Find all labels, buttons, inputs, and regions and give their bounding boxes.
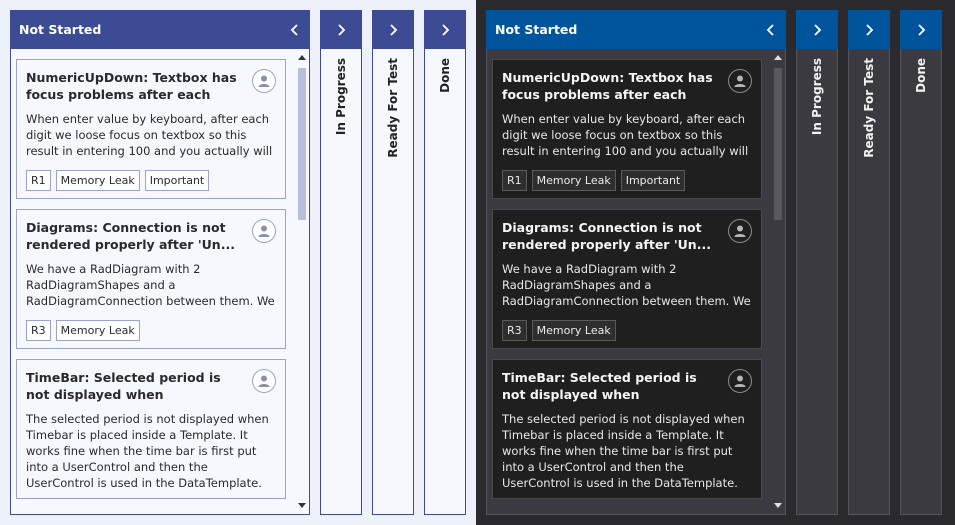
- card-tags: R1 Memory Leak Important: [502, 170, 752, 191]
- card-tags: R1 Memory Leak Important: [26, 170, 276, 191]
- user-avatar-icon[interactable]: [252, 219, 276, 243]
- chevron-right-icon[interactable]: [854, 10, 884, 49]
- tag[interactable]: R3: [502, 320, 527, 341]
- column-header: [796, 10, 838, 49]
- scroll-up-arrow-icon[interactable]: [298, 54, 306, 62]
- column-title: Done: [914, 58, 928, 93]
- column-title: Done: [438, 58, 452, 93]
- column-ready-for-test: Ready For Test: [372, 10, 414, 515]
- task-card[interactable]: NumericUpDown: Textbox has focus problem…: [16, 59, 286, 199]
- chevron-right-icon[interactable]: [906, 10, 936, 49]
- column-ready-for-test: Ready For Test: [848, 10, 890, 515]
- scroll-down-arrow-icon[interactable]: [298, 501, 306, 509]
- kanban-root: Not Started NumericUpDown: Textbox has f…: [0, 0, 955, 525]
- card-title: Diagrams: Connection is not rendered pro…: [502, 220, 711, 252]
- column-header: Not Started: [486, 10, 786, 49]
- card-description: We have a RadDiagram with 2 RadDiagramSh…: [502, 262, 751, 308]
- card-title: TimeBar: Selected period is not displaye…: [502, 370, 697, 402]
- card-description: The selected period is not displayed whe…: [26, 412, 269, 490]
- column-header: [320, 10, 362, 49]
- chevron-right-icon[interactable]: [430, 10, 460, 49]
- chevron-right-icon[interactable]: [378, 10, 408, 49]
- column-header: Not Started: [10, 10, 310, 49]
- light-theme-board: Not Started NumericUpDown: Textbox has f…: [0, 0, 476, 525]
- column-body: [424, 49, 466, 515]
- card-description: The selected period is not displayed whe…: [502, 412, 745, 490]
- scrollbar-thumb[interactable]: [298, 68, 306, 220]
- tag[interactable]: Memory Leak: [531, 170, 616, 191]
- dark-theme-board: Not Started NumericUpDown: Textbox has f…: [476, 0, 955, 525]
- scroll-down-arrow-icon[interactable]: [774, 501, 782, 509]
- card-description: When enter value by keyboard, after each…: [26, 112, 273, 158]
- tag[interactable]: Memory Leak: [55, 320, 140, 341]
- scrollbar-thumb[interactable]: [774, 68, 782, 220]
- card-title: NumericUpDown: Textbox has focus problem…: [502, 70, 713, 102]
- column-header: [900, 10, 942, 49]
- task-card[interactable]: NumericUpDown: Textbox has focus problem…: [492, 59, 762, 199]
- column-title: Not Started: [19, 22, 102, 37]
- column-done: Done: [424, 10, 466, 515]
- user-avatar-icon[interactable]: [728, 219, 752, 243]
- tag[interactable]: Important: [620, 170, 686, 191]
- tag[interactable]: Memory Leak: [55, 170, 140, 191]
- column-header: [372, 10, 414, 49]
- card-title: NumericUpDown: Textbox has focus problem…: [26, 70, 237, 102]
- chevron-left-icon[interactable]: [280, 10, 310, 49]
- column-title: Not Started: [495, 22, 578, 37]
- column-not-started: Not Started NumericUpDown: Textbox has f…: [10, 10, 310, 515]
- column-in-progress: In Progress: [320, 10, 362, 515]
- column-body: NumericUpDown: Textbox has focus problem…: [10, 49, 310, 515]
- column-title: Ready For Test: [862, 58, 876, 158]
- card-title: TimeBar: Selected period is not displaye…: [26, 370, 221, 402]
- task-card[interactable]: TimeBar: Selected period is not displaye…: [492, 359, 762, 499]
- task-card[interactable]: Diagrams: Connection is not rendered pro…: [492, 209, 762, 349]
- user-avatar-icon[interactable]: [728, 69, 752, 93]
- card-description: We have a RadDiagram with 2 RadDiagramSh…: [26, 262, 275, 308]
- card-tags: R3 Memory Leak: [26, 320, 276, 341]
- tag[interactable]: R3: [26, 320, 51, 341]
- task-card[interactable]: Diagrams: Connection is not rendered pro…: [16, 209, 286, 349]
- card-title: Diagrams: Connection is not rendered pro…: [26, 220, 235, 252]
- column-body: [900, 49, 942, 515]
- column-title: In Progress: [334, 58, 348, 136]
- chevron-right-icon[interactable]: [326, 10, 356, 49]
- tag[interactable]: Important: [144, 170, 210, 191]
- column-not-started: Not Started NumericUpDown: Textbox has f…: [486, 10, 786, 515]
- vertical-scrollbar[interactable]: [773, 52, 783, 511]
- column-done: Done: [900, 10, 942, 515]
- column-in-progress: In Progress: [796, 10, 838, 515]
- column-body: NumericUpDown: Textbox has focus problem…: [486, 49, 786, 515]
- user-avatar-icon[interactable]: [728, 369, 752, 393]
- tag[interactable]: R1: [26, 170, 51, 191]
- chevron-right-icon[interactable]: [802, 10, 832, 49]
- column-header: [424, 10, 466, 49]
- user-avatar-icon[interactable]: [252, 369, 276, 393]
- tag[interactable]: R1: [502, 170, 527, 191]
- chevron-left-icon[interactable]: [756, 10, 786, 49]
- column-title: Ready For Test: [386, 58, 400, 158]
- card-description: When enter value by keyboard, after each…: [502, 112, 749, 158]
- tag[interactable]: Memory Leak: [531, 320, 616, 341]
- vertical-scrollbar[interactable]: [297, 52, 307, 511]
- card-tags: R3 Memory Leak: [502, 320, 752, 341]
- user-avatar-icon[interactable]: [252, 69, 276, 93]
- column-header: [848, 10, 890, 49]
- scroll-up-arrow-icon[interactable]: [774, 54, 782, 62]
- column-title: In Progress: [810, 58, 824, 136]
- task-card[interactable]: TimeBar: Selected period is not displaye…: [16, 359, 286, 499]
